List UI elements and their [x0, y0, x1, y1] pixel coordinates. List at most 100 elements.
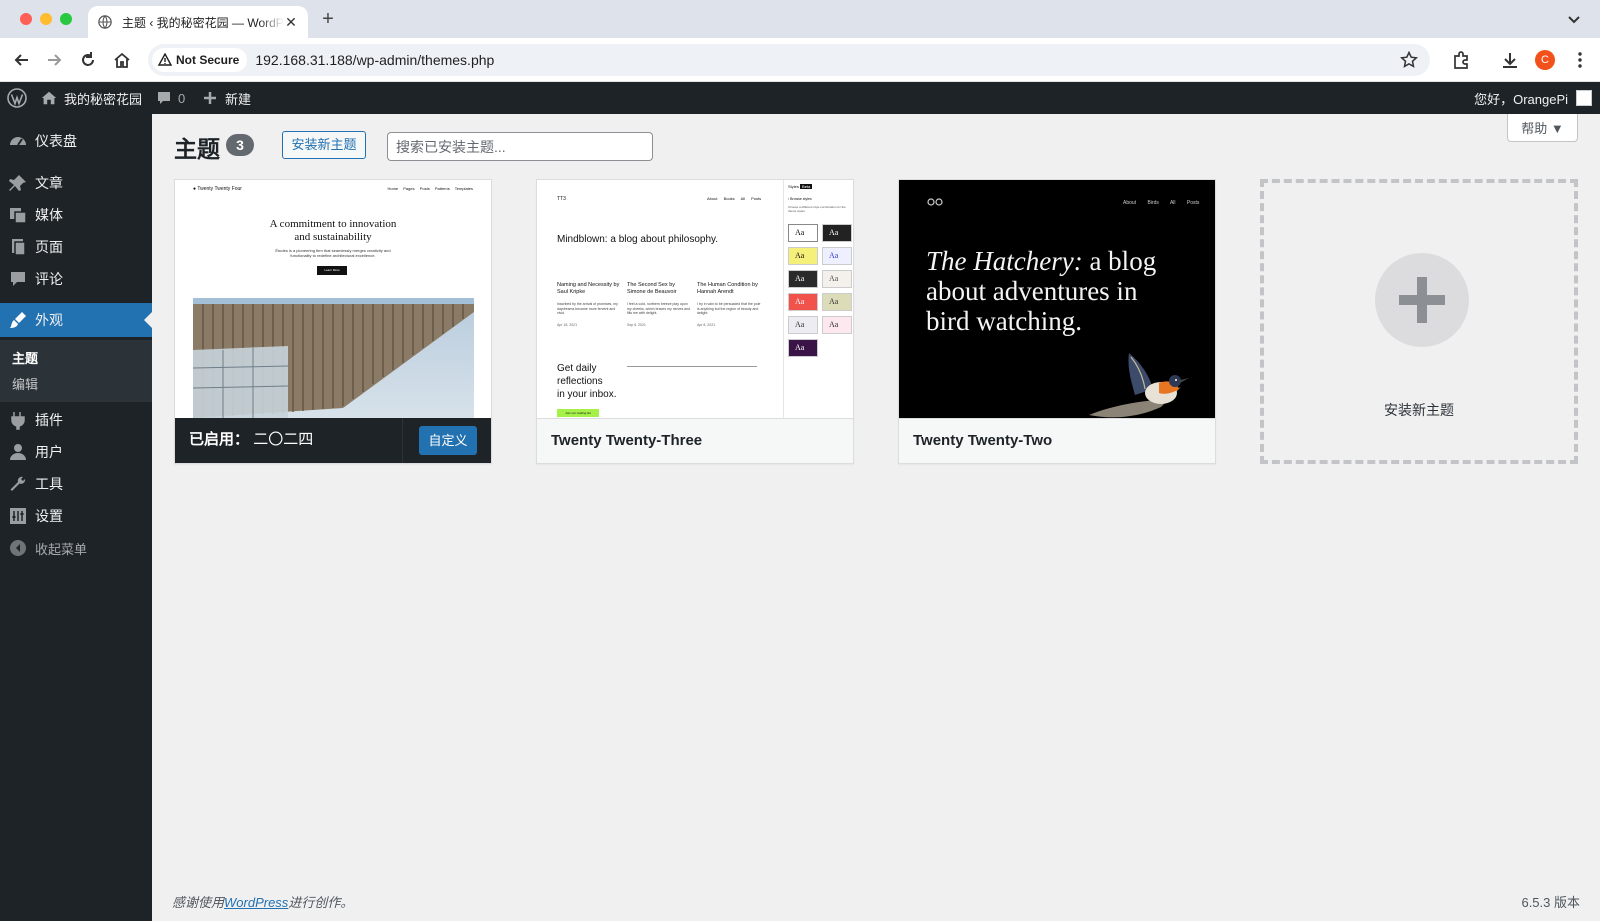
- add-new-theme-button[interactable]: 安装新主题: [282, 131, 366, 159]
- theme-card-twentytwentyfour[interactable]: ● Twenty Twenty Four Home Pages Posts Pa…: [174, 179, 492, 464]
- submenu-item-themes[interactable]: 主题: [12, 348, 38, 367]
- preview-headline: A commitment to innovation and sustainabi…: [269, 218, 397, 243]
- browser-tab-bar: 主题 ‹ 我的秘密花园 — WordPress ✕ +: [0, 0, 1600, 38]
- binoculars-logo-icon: [927, 198, 943, 206]
- home-icon: [41, 91, 57, 105]
- bookmark-star-icon[interactable]: [1400, 51, 1418, 69]
- back-arrow-icon[interactable]: [12, 50, 32, 70]
- media-icon: [10, 208, 27, 224]
- comment-icon: [158, 92, 170, 104]
- bird-illustration: [1089, 353, 1189, 418]
- divider: [402, 418, 403, 463]
- panel-title: Styles Beta: [788, 184, 813, 189]
- sidebar-item-pages[interactable]: 页面: [0, 230, 152, 264]
- plugin-icon: [11, 412, 25, 430]
- preview-post: Naming and Necessity by Saul Kripke Insc…: [557, 282, 620, 327]
- theme-name: 二〇二四: [253, 431, 314, 448]
- sidebar-item-label: 页面: [35, 239, 63, 255]
- greeting: 您好，OrangePi: [1474, 91, 1568, 107]
- theme-screenshot[interactable]: About Birds All Posts The Hatchery: a bl…: [899, 180, 1215, 418]
- home-icon[interactable]: [112, 50, 132, 70]
- wordpress-logo-icon[interactable]: [7, 82, 27, 114]
- sidebar-item-plugins[interactable]: 插件: [0, 403, 152, 437]
- preview-body: Études is a pioneering firm that seamles…: [275, 248, 391, 258]
- sidebar-item-tools[interactable]: 工具: [0, 467, 152, 501]
- panel-heading: ‹ Browse styles: [788, 197, 812, 201]
- preview-logo: TT3: [557, 196, 566, 202]
- sidebar-item-label: 文章: [35, 175, 63, 191]
- brush-icon: [10, 312, 26, 328]
- kebab-menu-icon[interactable]: [1570, 50, 1590, 70]
- theme-card-twentytwentythree[interactable]: TT3 About Books All Posts Mindblown: a b…: [536, 179, 854, 464]
- security-indicator[interactable]: Not Secure: [152, 48, 248, 72]
- style-swatch: Aa: [822, 270, 852, 288]
- new-tab-button[interactable]: +: [318, 8, 338, 30]
- admin-sidebar: 仪表盘 文章 媒体 页面 评论 外观 主题 编辑 插件 用户 工具 设置 收起菜…: [0, 114, 152, 921]
- preview-headline: The Hatchery: a blog about adventures in…: [926, 246, 1157, 336]
- sidebar-item-label: 评论: [35, 271, 63, 287]
- theme-screenshot[interactable]: TT3 About Books All Posts Mindblown: a b…: [537, 180, 853, 418]
- sidebar-item-settings[interactable]: 设置: [0, 499, 152, 533]
- customize-button[interactable]: 自定义: [419, 426, 477, 455]
- collapse-menu-button[interactable]: 收起菜单: [0, 531, 152, 565]
- preview-post: The Second Sex by Simone de Beauvoir I f…: [627, 282, 691, 327]
- footer-thanks: 感谢使用WordPress进行创作。: [172, 895, 354, 910]
- submenu-item-editor[interactable]: 编辑: [12, 374, 38, 393]
- sidebar-item-users[interactable]: 用户: [0, 435, 152, 469]
- style-swatch: Aa: [788, 224, 818, 242]
- browser-tab[interactable]: 主题 ‹ 我的秘密花园 — WordPress ✕: [88, 6, 308, 38]
- style-swatch: Aa: [788, 293, 818, 311]
- forward-arrow-icon[interactable]: [44, 50, 64, 70]
- add-new-theme-label: 安装新主题: [1384, 402, 1454, 418]
- help-tab-button[interactable]: 帮助 ▼: [1507, 114, 1578, 142]
- my-account-link[interactable]: 您好，OrangePi: [1474, 82, 1592, 114]
- tab-search-chevron-icon[interactable]: [1566, 11, 1582, 27]
- style-swatch: Aa: [822, 247, 852, 265]
- wordpress-link[interactable]: WordPress: [224, 895, 288, 910]
- theme-name[interactable]: Twenty Twenty-Three: [537, 418, 853, 463]
- plus-icon: [1375, 253, 1469, 347]
- tab-close-icon[interactable]: ✕: [284, 14, 298, 31]
- preview-headline: Mindblown: a blog about philosophy.: [557, 234, 719, 245]
- theme-screenshot[interactable]: ● Twenty Twenty Four Home Pages Posts Pa…: [175, 180, 491, 418]
- sidebar-item-media[interactable]: 媒体: [0, 198, 152, 232]
- search-installed-themes-input[interactable]: [387, 132, 653, 161]
- sidebar-item-posts[interactable]: 文章: [0, 166, 152, 200]
- comments-link[interactable]: 0: [156, 82, 185, 114]
- pushpin-icon: [9, 175, 26, 191]
- window-close-button[interactable]: [20, 13, 32, 25]
- style-swatch: Aa: [788, 247, 818, 265]
- download-icon[interactable]: [1500, 50, 1520, 70]
- sidebar-item-dashboard[interactable]: 仪表盘: [0, 124, 152, 158]
- theme-name[interactable]: Twenty Twenty-Two: [899, 418, 1215, 463]
- preview-nav: Home Pages Posts Patterns Templates: [387, 186, 473, 191]
- sidebar-item-appearance[interactable]: 外观: [0, 303, 152, 337]
- site-name-link[interactable]: 我的秘密花园: [40, 82, 142, 114]
- new-label: 新建: [225, 91, 252, 107]
- preview-styles-panel: Styles Beta ‹ Browse styles Choose a dif…: [783, 180, 853, 418]
- new-content-link[interactable]: 新建: [203, 82, 251, 114]
- theme-count-badge: 3: [226, 134, 254, 156]
- main-content: 帮助 ▼ 主题 3 安装新主题 ● Twenty Twenty Four Hom…: [152, 114, 1600, 921]
- appearance-submenu: 主题 编辑: [0, 340, 152, 402]
- footer-version: 6.5.3 版本: [1521, 895, 1580, 910]
- dashboard-icon: [10, 137, 26, 146]
- url-text: 192.168.31.188/wp-admin/themes.php: [255, 52, 495, 68]
- warning-icon: [158, 53, 172, 66]
- theme-card-twentytwentytwo[interactable]: About Birds All Posts The Hatchery: a bl…: [898, 179, 1216, 464]
- preview-nav: About Birds All Posts: [1123, 200, 1200, 206]
- preview-post: The Human Condition by Hannah Arendt I t…: [697, 282, 761, 327]
- wp-admin-bar: 我的秘密花园 0 新建 您好，OrangePi: [0, 82, 1600, 114]
- reload-icon[interactable]: [78, 50, 98, 70]
- window-minimize-button[interactable]: [40, 13, 52, 25]
- sidebar-item-label: 媒体: [35, 207, 63, 223]
- profile-avatar[interactable]: C: [1535, 50, 1555, 70]
- sidebar-item-comments[interactable]: 评论: [0, 262, 152, 296]
- address-bar[interactable]: Not Secure 192.168.31.188/wp-admin/theme…: [148, 44, 1430, 76]
- add-new-theme-card[interactable]: 安装新主题: [1260, 179, 1578, 464]
- window-zoom-button[interactable]: [60, 13, 72, 25]
- collapse-label: 收起菜单: [35, 541, 88, 557]
- style-swatch: Aa: [822, 293, 852, 311]
- sidebar-item-label: 插件: [35, 412, 63, 428]
- extensions-icon[interactable]: [1451, 50, 1471, 70]
